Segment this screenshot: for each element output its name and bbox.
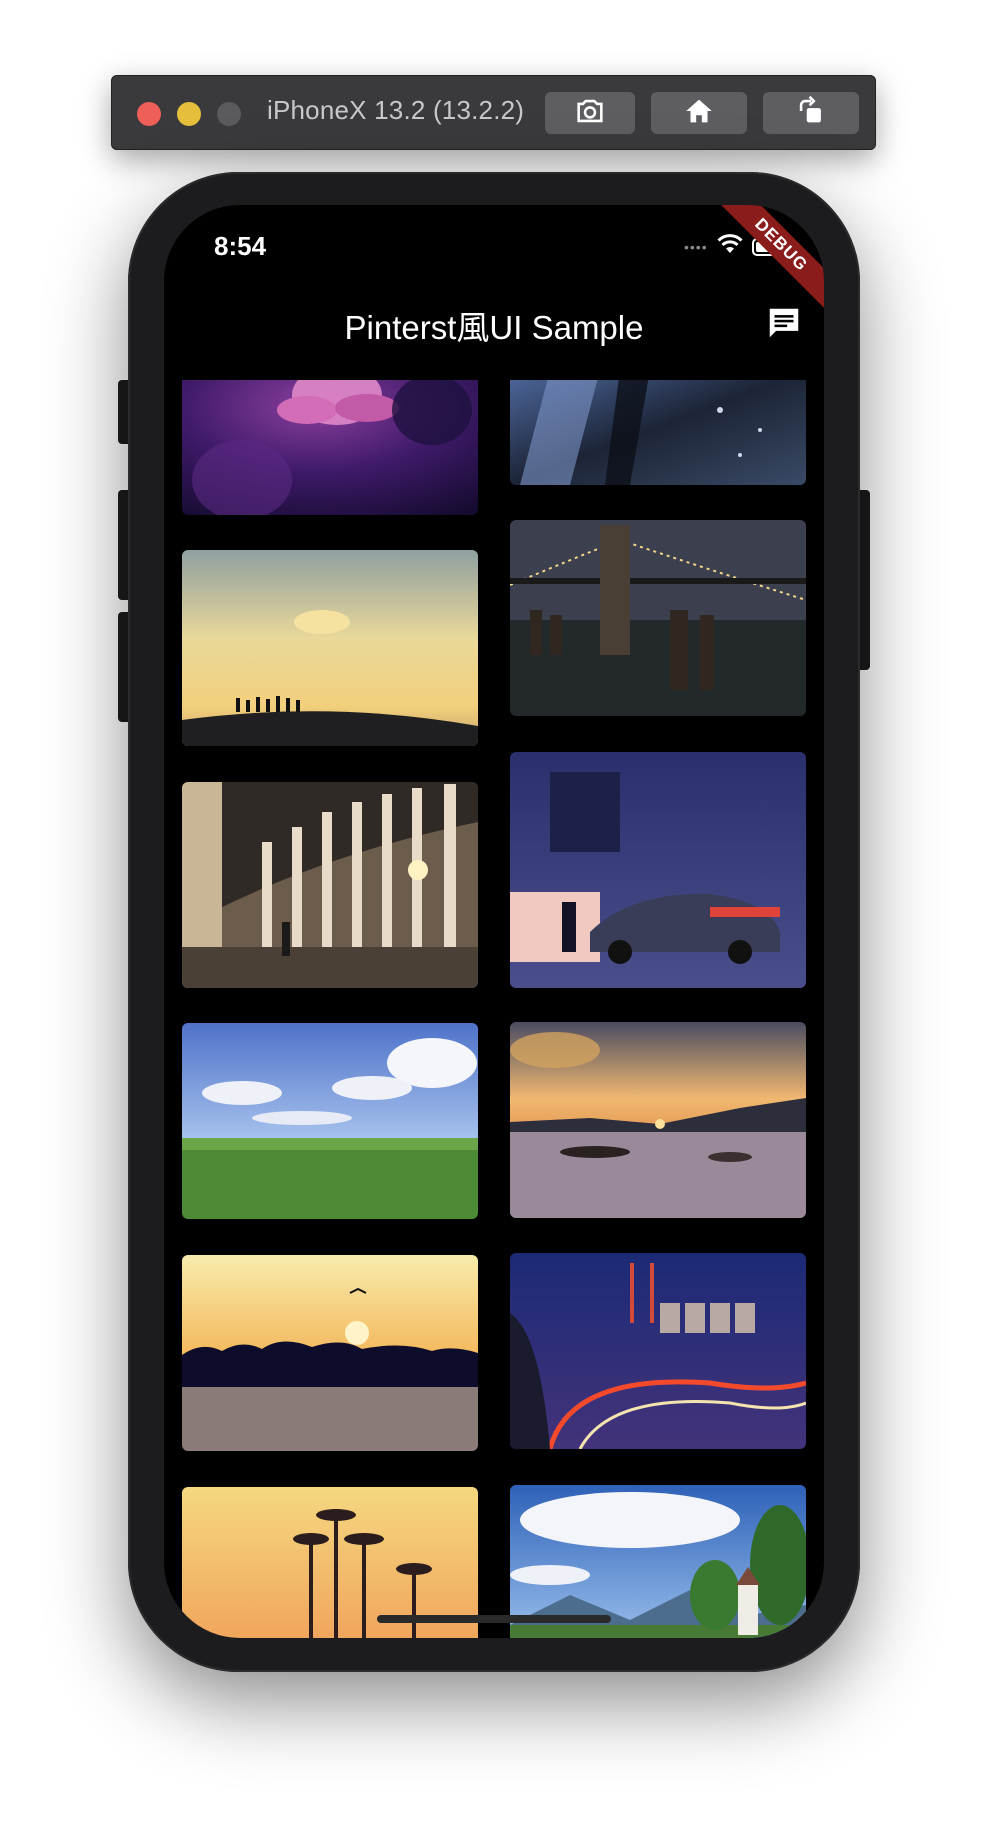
home-button[interactable] [651, 92, 747, 134]
image-rainy-window[interactable] [510, 380, 806, 485]
image-sunset-hill-people[interactable] [182, 550, 478, 746]
app-bar: Pinterst風UI Sample [164, 275, 824, 375]
simulator-window: iPhoneX 13.2 (13.2.2) 8:54 •••• DEBUG Pi… [0, 0, 988, 1822]
image-lotus-flower[interactable] [182, 380, 478, 515]
wifi-icon [716, 233, 744, 260]
rotate-button[interactable] [763, 92, 859, 134]
simulator-title-bar: iPhoneX 13.2 (13.2.2) [111, 75, 876, 150]
camera-icon [573, 94, 607, 133]
image-green-field-sky[interactable] [182, 1023, 478, 1219]
image-sunset-lake-bird[interactable] [182, 1255, 478, 1451]
simulator-title: iPhoneX 13.2 (13.2.2) [267, 95, 525, 125]
chat-icon [765, 304, 803, 347]
image-lake-boats-sunset[interactable] [510, 1022, 806, 1218]
screenshot-button[interactable] [545, 92, 635, 134]
image-brooklyn-bridge-night[interactable] [510, 520, 806, 716]
image-grid[interactable] [164, 380, 824, 1638]
home-indicator[interactable] [377, 1615, 611, 1623]
status-time: 8:54 [214, 231, 267, 261]
image-power-plant-highway[interactable] [510, 1253, 806, 1449]
image-garage-car-night[interactable] [510, 752, 806, 988]
signal-icon: •••• [684, 238, 708, 255]
rotate-icon [794, 94, 828, 133]
app-title: Pinterst風UI Sample [344, 309, 644, 346]
image-architecture-colonnade[interactable] [182, 782, 478, 988]
chat-button[interactable] [762, 303, 806, 347]
zoom-window-button[interactable] [217, 102, 241, 126]
home-icon [682, 94, 716, 133]
minimize-window-button[interactable] [177, 102, 201, 126]
device-screen: 8:54 •••• DEBUG Pinterst風UI Sample [164, 205, 824, 1638]
notch [310, 205, 678, 257]
close-window-button[interactable] [137, 102, 161, 126]
